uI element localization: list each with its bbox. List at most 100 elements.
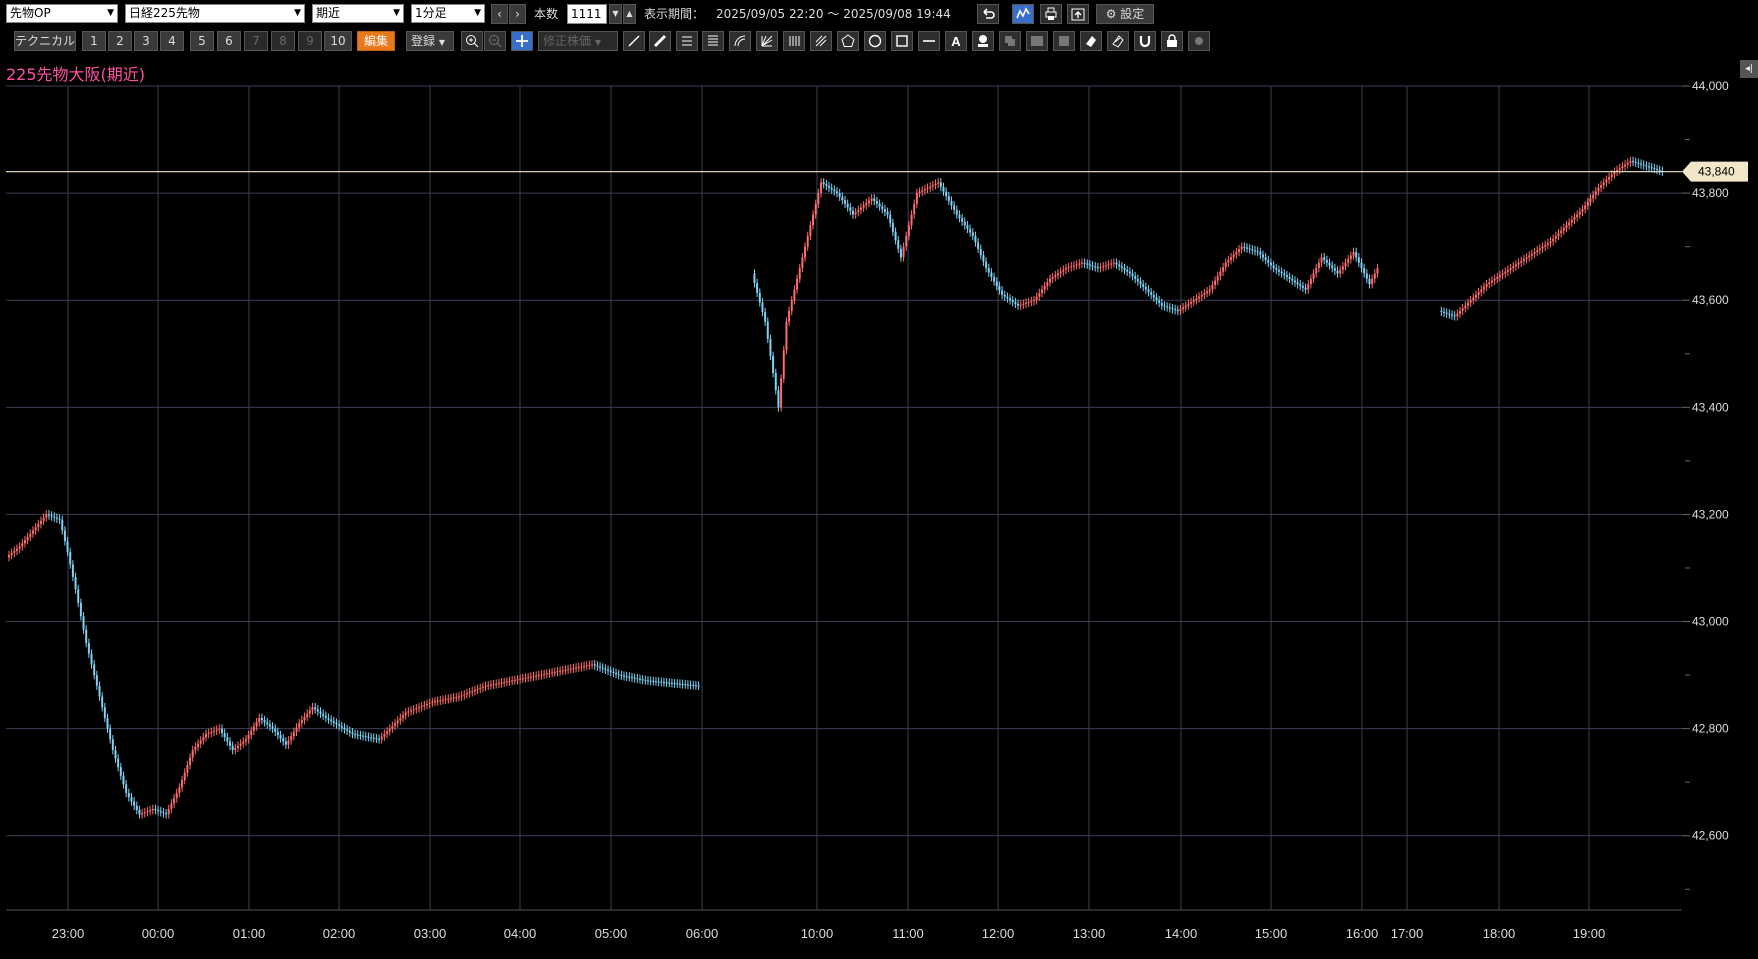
candle-body [782, 350, 785, 379]
export-icon[interactable] [1067, 4, 1089, 24]
zoom-in-icon[interactable] [461, 31, 483, 51]
prev-button[interactable]: ‹ [491, 4, 508, 24]
candle-body [1496, 277, 1499, 279]
zoom-out-icon[interactable] [484, 31, 506, 51]
circle-icon[interactable] [864, 31, 886, 51]
preset-9[interactable]: 9 [298, 31, 322, 51]
bars-up-icon[interactable]: ▲ [623, 4, 636, 24]
candle-body [1642, 164, 1645, 166]
candle-body [849, 207, 852, 211]
rectangle-icon[interactable] [891, 31, 913, 51]
preset-6[interactable]: 6 [217, 31, 241, 51]
candle-body [1139, 281, 1142, 285]
candle-body [1458, 310, 1461, 314]
vertical-lines-icon[interactable] [783, 31, 805, 51]
fan-arc-icon[interactable] [729, 31, 751, 51]
candle-body [143, 812, 146, 814]
contract-select[interactable]: 期近 ▼ [312, 4, 404, 23]
price-chart[interactable]: 44,000 43,800 43,600 43,400 43,200 43,000 42,8… [0, 80, 1758, 959]
candle-body [628, 676, 631, 678]
preset-3[interactable]: 3 [134, 31, 158, 51]
category-select[interactable]: 先物OP ▼ [6, 4, 118, 23]
stamp-icon[interactable] [972, 31, 994, 51]
candle-body [386, 731, 389, 734]
preset-8[interactable]: 8 [271, 31, 295, 51]
candle-body [481, 686, 484, 688]
candle-body [1043, 285, 1046, 290]
draw-settings-icon[interactable] [1188, 31, 1210, 51]
adjusted-price-select[interactable]: 修正株価 ▼ [538, 31, 618, 51]
candle-body [793, 289, 796, 301]
candle-body [694, 685, 697, 687]
preset-4[interactable]: 4 [160, 31, 184, 51]
horizontal-line-icon[interactable] [918, 31, 940, 51]
copy-icon[interactable] [999, 31, 1021, 51]
preset-7[interactable]: 7 [244, 31, 268, 51]
candle-body [620, 675, 623, 677]
channel-icon[interactable] [810, 31, 832, 51]
candle-body [1152, 294, 1155, 298]
candle-body [162, 812, 165, 814]
text-icon[interactable]: A [945, 31, 967, 51]
candle-body [1136, 278, 1139, 282]
next-button[interactable]: › [509, 4, 526, 24]
candle-body [300, 720, 303, 724]
candle-body [1626, 162, 1629, 165]
register-button[interactable]: 登録 ▼ [406, 31, 454, 51]
candle-body [135, 805, 138, 811]
chevron-down-icon: ▼ [474, 8, 481, 18]
candle-body [822, 182, 825, 185]
candle-body [961, 218, 964, 222]
settings-button[interactable]: ⚙ 設定 [1096, 4, 1154, 24]
interval-select[interactable]: 1分足 ▼ [411, 4, 485, 23]
candle-body [1363, 268, 1366, 274]
gann-fan-icon[interactable] [756, 31, 778, 51]
eraser-icon[interactable] [1080, 31, 1102, 51]
candle-body [684, 684, 687, 686]
candle-body [1357, 257, 1360, 263]
chart-type-icon[interactable] [1012, 4, 1034, 24]
retracement-icon[interactable] [702, 31, 724, 51]
candle-body [1538, 248, 1541, 251]
technical-button[interactable]: テクニカル [14, 31, 76, 51]
candle-body [271, 726, 274, 729]
candle-body [1533, 252, 1536, 254]
bars-dropdown-icon[interactable]: ▼ [609, 4, 622, 24]
edit-button[interactable]: 編集 [357, 31, 395, 51]
candle-body [1656, 169, 1659, 171]
candle-body [1227, 260, 1230, 263]
candle-body [79, 602, 82, 617]
symbol-select[interactable]: 日経225先物 ▼ [125, 4, 305, 23]
candle-body [1011, 300, 1014, 302]
preset-5[interactable]: 5 [190, 31, 214, 51]
candle-body [1048, 278, 1051, 283]
trendline-icon[interactable] [623, 31, 645, 51]
print-icon[interactable] [1040, 4, 1062, 24]
crosshair-icon[interactable] [511, 31, 533, 51]
candle-body [697, 685, 700, 687]
table-icon[interactable] [1026, 31, 1048, 51]
ruler-icon[interactable] [649, 31, 671, 51]
candle-body [599, 666, 602, 668]
horizontal-lines-icon[interactable] [676, 31, 698, 51]
candle-body [343, 727, 346, 730]
candle-body [955, 209, 958, 215]
preset-2[interactable]: 2 [108, 31, 132, 51]
candle-body [969, 228, 972, 233]
x-tick-label: 01:00 [233, 926, 266, 941]
collapse-panel-icon[interactable]: ◂| [1740, 60, 1758, 78]
delete-object-icon[interactable] [1053, 31, 1075, 51]
period-label: 表示期間： [644, 7, 705, 21]
bars-input[interactable]: 1111 [567, 4, 607, 24]
pentagon-icon[interactable] [837, 31, 859, 51]
preset-10[interactable]: 10 [324, 31, 352, 51]
lock-icon[interactable] [1161, 31, 1183, 51]
magnet-icon[interactable] [1134, 31, 1156, 51]
candle-body [971, 232, 974, 236]
candle-body [1352, 252, 1355, 256]
candle-body [167, 808, 170, 815]
eraser-all-icon[interactable] [1107, 31, 1129, 51]
preset-1[interactable]: 1 [82, 31, 106, 51]
candle-body [1488, 282, 1491, 285]
undo-icon[interactable] [977, 4, 999, 24]
